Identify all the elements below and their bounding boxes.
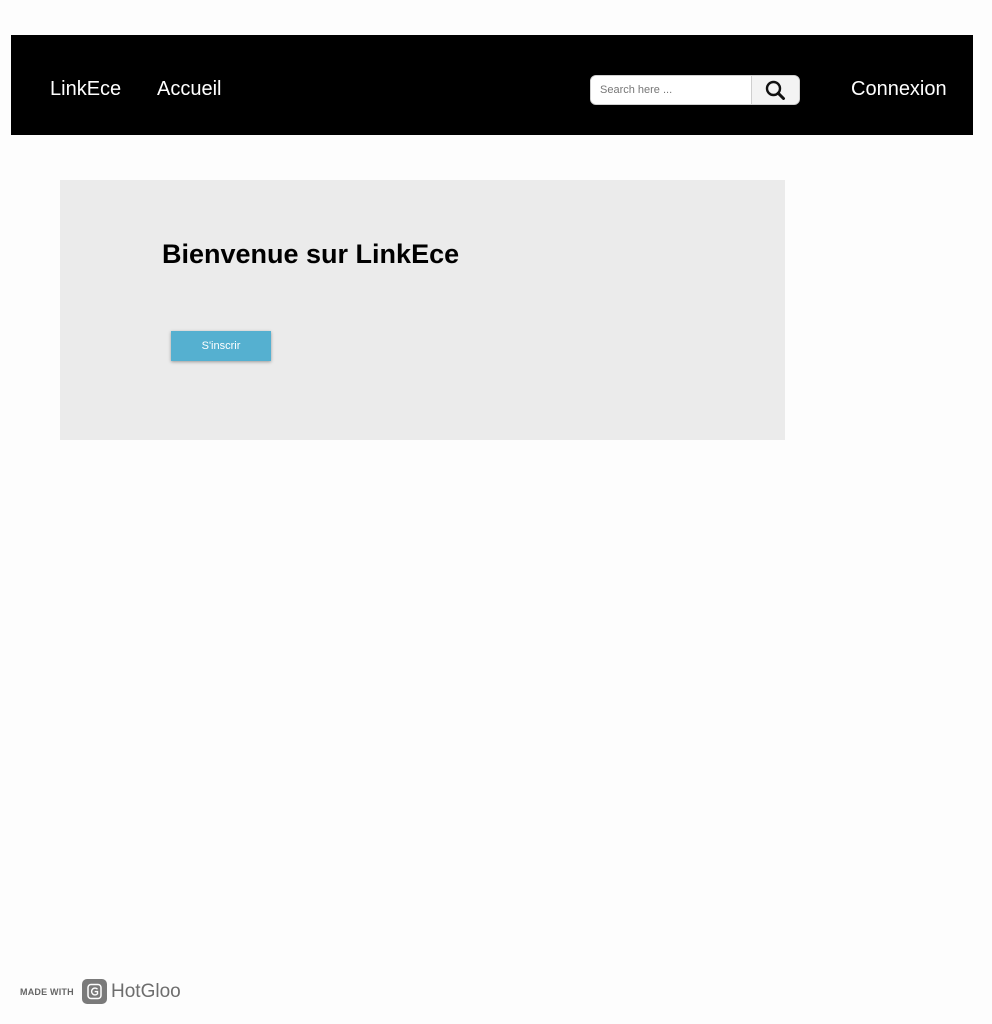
home-link[interactable]: Accueil: [157, 77, 221, 101]
made-with-hotgloo-badge[interactable]: MADE WITH HotGloo: [20, 978, 181, 1006]
top-navigation-bar: [11, 35, 973, 135]
brand-link[interactable]: LinkEce: [50, 77, 121, 101]
search-box: [590, 75, 800, 105]
hotgloo-logo-icon: [82, 979, 107, 1004]
badge-brand: HotGloo: [111, 981, 181, 1002]
welcome-title: Bienvenue sur LinkEce: [162, 239, 460, 269]
page: LinkEce Accueil Connexion Bienvenue sur …: [0, 0, 992, 1024]
signup-button[interactable]: S'inscrir: [171, 331, 271, 361]
login-link[interactable]: Connexion: [851, 77, 947, 101]
search-input[interactable]: [591, 76, 751, 104]
badge-prefix: MADE WITH: [20, 987, 74, 997]
search-button[interactable]: [751, 76, 799, 104]
welcome-panel: [60, 180, 785, 440]
search-icon: [765, 80, 785, 100]
